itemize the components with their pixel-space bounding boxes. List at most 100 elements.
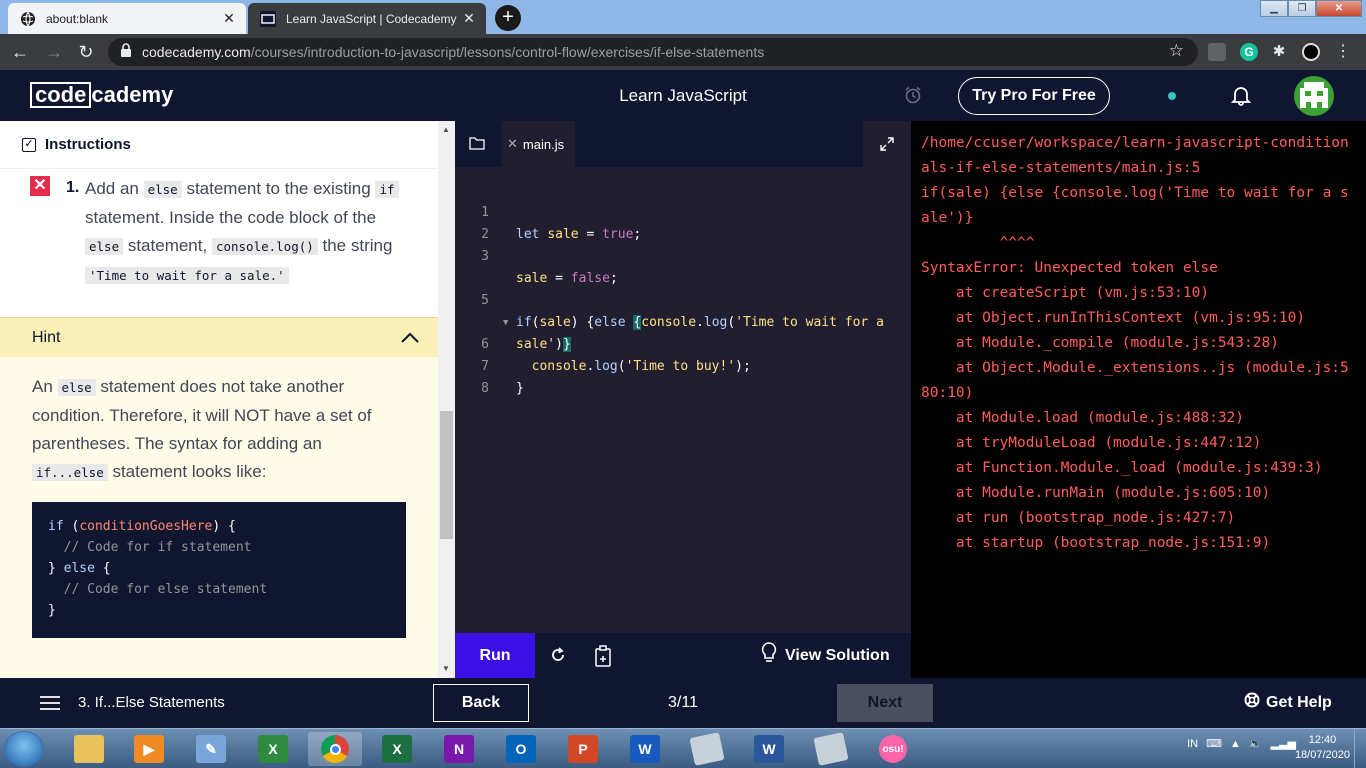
back-button[interactable]: Back bbox=[433, 684, 529, 722]
scroll-down-icon[interactable]: ▼ bbox=[442, 664, 450, 673]
taskbar-osu[interactable]: osu! bbox=[866, 732, 920, 766]
code-line: ▼ sale')} bbox=[455, 290, 911, 352]
inline-code: else bbox=[143, 181, 182, 198]
back-arrow-icon[interactable]: ← bbox=[8, 40, 32, 64]
browser-tab-bar: about:blank ✕ Learn JavaScript | Codecad… bbox=[0, 0, 1366, 34]
hint-body: An else statement does not take another … bbox=[0, 357, 438, 678]
maximize-icon[interactable]: ❐ bbox=[1288, 0, 1316, 17]
hint-text-part: An bbox=[32, 377, 58, 396]
windows-start-icon[interactable] bbox=[4, 731, 44, 767]
code-line: 6 console.log('Time to buy!'); bbox=[455, 312, 911, 374]
next-button[interactable]: Next bbox=[837, 684, 933, 722]
chevron-up-icon bbox=[400, 328, 420, 353]
copy-to-clipboard-icon[interactable] bbox=[595, 645, 613, 672]
window-close-icon[interactable]: ✕ bbox=[1316, 0, 1362, 17]
taskbar-chrome[interactable] bbox=[308, 732, 362, 766]
task-text-part: statement. Inside the code block of the bbox=[85, 208, 377, 227]
bookmark-star-icon[interactable]: ☆ bbox=[1169, 41, 1184, 61]
view-solution-button[interactable]: View Solution bbox=[761, 633, 890, 678]
logo-code: code bbox=[30, 82, 92, 108]
forward-arrow-icon[interactable]: → bbox=[42, 40, 66, 64]
code-line: 5 if(sale) {else {console.log('Time to w… bbox=[455, 268, 911, 330]
language-indicator[interactable]: IN bbox=[1187, 738, 1198, 750]
taskbar-word[interactable]: W bbox=[618, 732, 672, 766]
codecademy-favicon-icon bbox=[260, 10, 276, 27]
tab-codecademy[interactable]: Learn JavaScript | Codecademy ✕ bbox=[248, 3, 486, 34]
grammarly-icon[interactable]: G bbox=[1240, 43, 1258, 61]
file-tab-main-js[interactable]: ✕ main.js bbox=[501, 121, 575, 167]
puzzle-icon[interactable]: ✱ bbox=[1270, 43, 1288, 61]
clock-time: 12:40 bbox=[1308, 734, 1337, 746]
media-player-icon: ▶ bbox=[134, 735, 164, 763]
output-terminal: /home/ccuser/workspace/learn-javascript-… bbox=[911, 121, 1366, 678]
lesson-footer: 3. If...Else Statements Back 3/11 Next G… bbox=[0, 678, 1366, 728]
system-tray: IN ⌨ ▲ 🔈 ▂▃▅ bbox=[1179, 737, 1296, 751]
task-text-part: the string bbox=[317, 236, 393, 255]
user-avatar[interactable] bbox=[1294, 76, 1334, 116]
show-desktop-button[interactable] bbox=[1354, 729, 1366, 768]
hint-code-line: // Code for if statement bbox=[48, 540, 252, 555]
tray-expand-icon[interactable]: ▲ bbox=[1230, 738, 1241, 750]
reset-icon[interactable] bbox=[549, 646, 567, 669]
network-icon[interactable]: ▂▃▅ bbox=[1271, 737, 1296, 750]
url-path: /courses/introduction-to-javascript/less… bbox=[250, 44, 765, 60]
taskbar-onenote[interactable]: N bbox=[432, 732, 486, 766]
close-icon[interactable]: ✕ bbox=[460, 10, 478, 27]
try-pro-button[interactable]: Try Pro For Free bbox=[958, 77, 1110, 115]
taskbar-media-player[interactable]: ▶ bbox=[122, 732, 176, 766]
scroll-thumb[interactable] bbox=[440, 411, 453, 539]
task-text-part: statement to the existing bbox=[181, 179, 376, 198]
hint-toggle[interactable]: Hint bbox=[0, 317, 438, 357]
task-text: Add an else statement to the existing if… bbox=[85, 175, 415, 290]
scroll-up-icon[interactable]: ▲ bbox=[442, 125, 450, 134]
volume-icon[interactable]: 🔈 bbox=[1249, 737, 1263, 750]
hamburger-menu-icon[interactable] bbox=[40, 695, 60, 716]
expand-icon[interactable] bbox=[863, 121, 911, 167]
close-icon[interactable]: ✕ bbox=[507, 136, 518, 152]
exercise-progress: 3/11 bbox=[668, 694, 698, 711]
code-line: 3 sale = false; bbox=[455, 224, 911, 286]
reload-icon[interactable]: ↻ bbox=[74, 40, 98, 64]
profile-avatar-icon[interactable] bbox=[1302, 43, 1320, 61]
instructions-header[interactable]: ✓ Instructions bbox=[0, 121, 438, 169]
paint-icon: ✎ bbox=[196, 735, 226, 763]
new-tab-button[interactable]: + bbox=[495, 5, 521, 31]
taskbar-word-old[interactable]: W bbox=[742, 732, 796, 766]
lesson-name[interactable]: 3. If...Else Statements bbox=[78, 694, 225, 711]
close-icon[interactable]: ✕ bbox=[220, 10, 238, 27]
keyboard-icon[interactable]: ⌨ bbox=[1206, 737, 1222, 750]
code-line: 2 bbox=[455, 202, 911, 242]
instructions-scrollbar[interactable]: ▲ ▼ bbox=[438, 121, 455, 678]
get-help-button[interactable]: Get Help bbox=[1244, 692, 1332, 713]
folder-icon[interactable] bbox=[469, 136, 485, 155]
taskbar-app-generic[interactable] bbox=[804, 732, 858, 766]
tab-title: about:blank bbox=[46, 11, 109, 26]
code-area[interactable]: 1 let sale = true; 2 3 sale = false; 3 5… bbox=[455, 180, 911, 396]
bell-icon[interactable] bbox=[1230, 84, 1252, 111]
status-dot bbox=[1168, 92, 1176, 100]
alarm-clock-icon[interactable] bbox=[903, 85, 923, 110]
run-button[interactable]: Run bbox=[455, 633, 535, 678]
code-line: 8 bbox=[455, 356, 911, 396]
system-clock[interactable]: 12:40 18/07/2020 bbox=[1295, 733, 1350, 763]
taskbar-outlook[interactable]: O bbox=[494, 732, 548, 766]
taskbar-paint[interactable]: ✎ bbox=[184, 732, 238, 766]
taskbar-excel[interactable]: X bbox=[370, 732, 424, 766]
inline-code: 'Time to wait for a sale.' bbox=[85, 267, 289, 284]
hint-text-part: statement looks like: bbox=[107, 462, 267, 481]
inline-code: else bbox=[85, 238, 124, 255]
taskbar-excel-old[interactable]: X bbox=[246, 732, 300, 766]
extension-icon[interactable] bbox=[1208, 43, 1226, 61]
tab-about-blank[interactable]: about:blank ✕ bbox=[8, 3, 246, 34]
kebab-menu-icon[interactable]: ⋮ bbox=[1334, 43, 1352, 61]
code-line: 7 } bbox=[455, 334, 911, 396]
task-text-part: Add an bbox=[85, 179, 144, 198]
chrome-icon bbox=[321, 735, 349, 763]
hint-code-block: if (conditionGoesHere) { // Code for if … bbox=[32, 502, 406, 638]
minimize-icon[interactable]: ▁ bbox=[1260, 0, 1288, 17]
taskbar-app-generic[interactable] bbox=[680, 732, 734, 766]
taskbar-powerpoint[interactable]: P bbox=[556, 732, 610, 766]
address-bar[interactable]: codecademy.com /courses/introduction-to-… bbox=[108, 38, 1198, 66]
taskbar-explorer[interactable] bbox=[62, 732, 116, 766]
codecademy-logo[interactable]: code cademy bbox=[30, 82, 173, 108]
